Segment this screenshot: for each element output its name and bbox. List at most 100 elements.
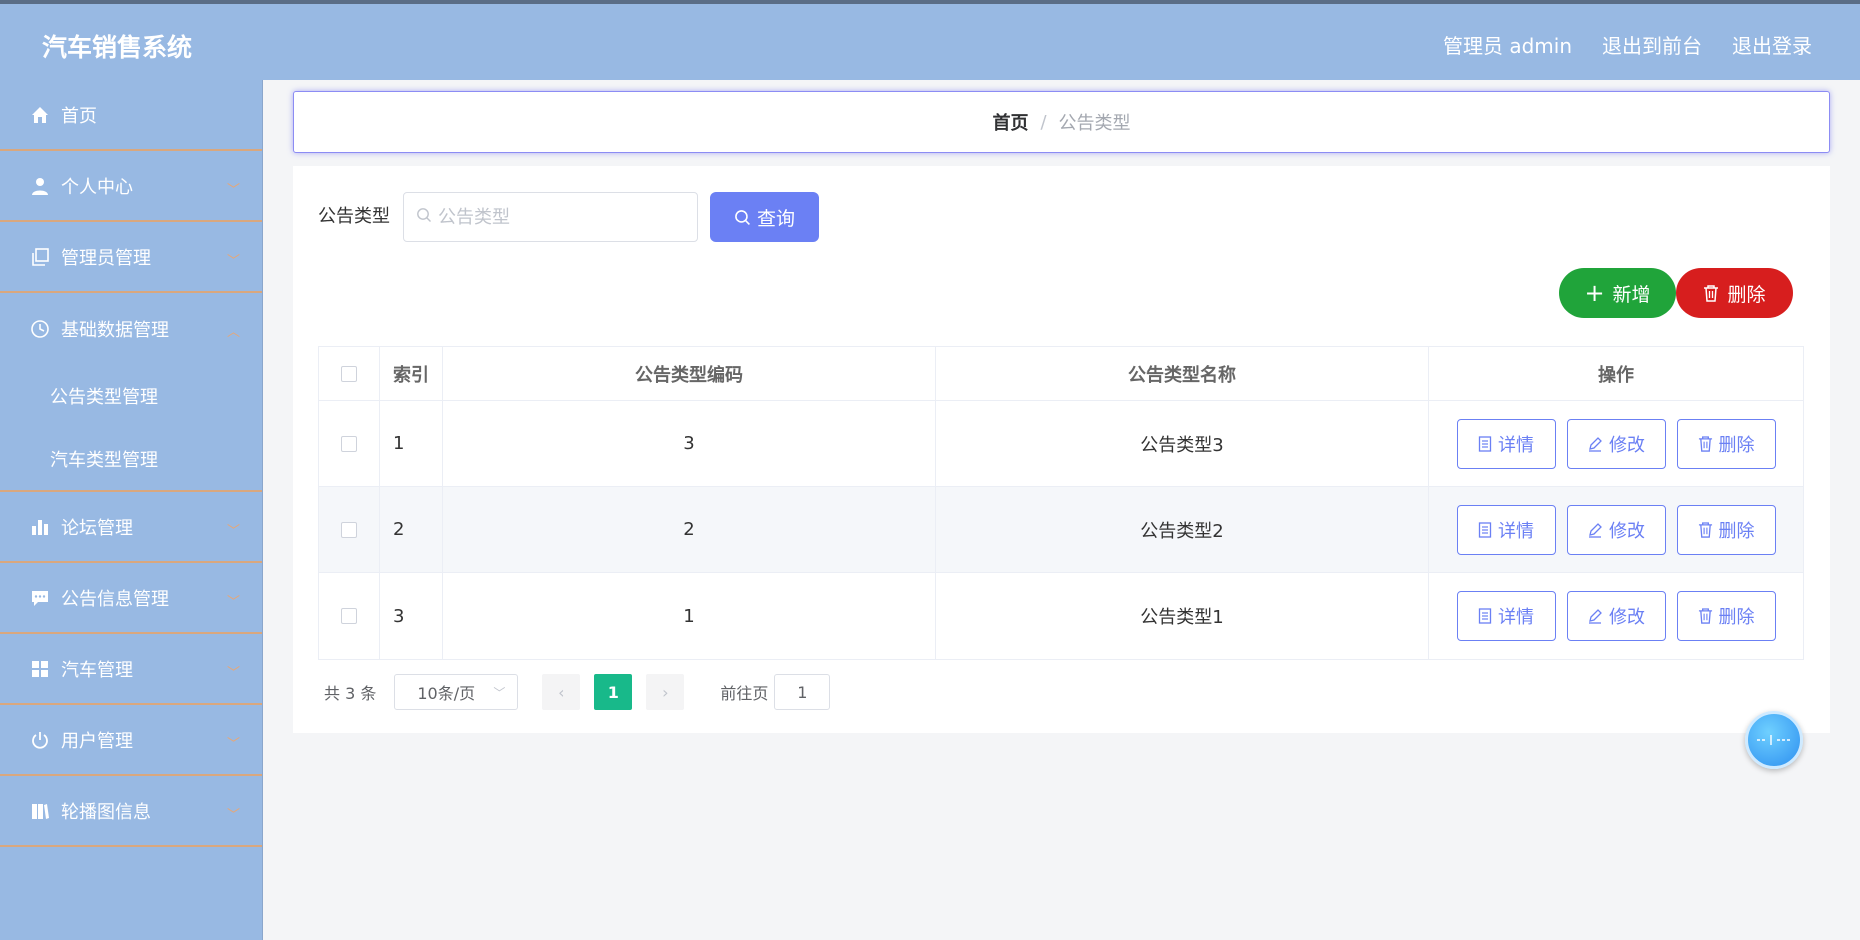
table-header-row: 索引 公告类型编码 公告类型名称 操作 <box>319 347 1803 401</box>
sidebar-item-basic-data[interactable]: 基础数据管理 ︿ <box>0 293 262 364</box>
sidebar-item-user-management[interactable]: 用户管理 ﹀ <box>0 705 262 776</box>
goto-label: 前往页 <box>720 684 769 703</box>
clock-icon <box>30 319 50 339</box>
breadcrumb: 首页 / 公告类型 <box>293 91 1830 153</box>
chevron-down-icon: ﹀ <box>226 524 240 539</box>
sidebar-item-carousel[interactable]: 轮播图信息 ﹀ <box>0 776 262 847</box>
sidebar-item-car-management[interactable]: 汽车管理 ﹀ <box>0 634 262 705</box>
page-size-value: 10条/页 <box>417 684 476 703</box>
prev-page-button[interactable]: ‹ <box>542 674 581 710</box>
delete-button[interactable]: 删除 <box>1676 418 1776 469</box>
cell-code: 3 <box>443 401 936 486</box>
edit-button-label: 修改 <box>1609 520 1645 542</box>
person-icon <box>30 176 50 196</box>
home-icon <box>30 105 50 125</box>
sidebar-item-personal-center[interactable]: 个人中心 ﹀ <box>0 151 262 222</box>
add-button-label: 新增 <box>1612 283 1651 306</box>
cell-code: 2 <box>443 487 936 572</box>
page-size-select[interactable]: 10条/页 ﹀ <box>394 674 519 710</box>
trash-icon <box>1698 435 1713 452</box>
copy-icon <box>30 247 50 267</box>
notice-type-table: 索引 公告类型编码 公告类型名称 操作 1 3 公告类型3 详情 修改 删除 2… <box>318 346 1804 660</box>
chevron-down-icon: ﹀ <box>226 254 240 269</box>
sidebar-item-notice-info[interactable]: 公告信息管理 ﹀ <box>0 563 262 634</box>
search-field[interactable] <box>403 192 698 242</box>
sidebar-item-admin-management[interactable]: 管理员管理 ﹀ <box>0 222 262 293</box>
delete-button-label: 删除 <box>1718 520 1755 542</box>
cell-index: 1 <box>380 401 443 486</box>
select-all-checkbox[interactable] <box>341 365 357 382</box>
breadcrumb-separator: / <box>1040 111 1047 133</box>
trash-icon <box>1703 284 1719 302</box>
next-page-button[interactable]: › <box>646 674 685 710</box>
search-label: 公告类型 <box>318 206 390 227</box>
delete-button-label: 删除 <box>1718 607 1755 628</box>
bulk-delete-label: 删除 <box>1727 283 1766 306</box>
trash-icon <box>1698 521 1713 538</box>
chevron-right-icon: › <box>662 682 669 702</box>
row-checkbox[interactable] <box>341 521 357 538</box>
query-button[interactable]: 查询 <box>710 192 819 242</box>
row-checkbox[interactable] <box>341 435 357 452</box>
chevron-down-icon: ﹀ <box>226 595 240 610</box>
pagination-total: 共 3 条 <box>324 684 377 703</box>
row-checkbox-cell <box>319 487 380 572</box>
sidebar-item-label: 个人中心 <box>61 176 133 198</box>
header-checkbox-cell <box>319 347 380 400</box>
sidebar-subitem-notice-type[interactable]: 公告类型管理 <box>0 364 262 427</box>
bulk-delete-button[interactable]: 删除 <box>1676 268 1793 318</box>
sidebar-subitem-car-type[interactable]: 汽车类型管理 <box>0 427 262 490</box>
cell-name: 公告类型1 <box>936 573 1429 659</box>
page-number-current[interactable]: 1 <box>594 674 633 710</box>
sidebar-item-label: 管理员管理 <box>61 247 151 269</box>
query-button-label: 查询 <box>756 207 795 230</box>
chevron-up-icon: ︿ <box>226 325 240 340</box>
document-icon <box>1478 435 1492 452</box>
chevron-down-icon: ﹀ <box>493 685 506 700</box>
search-icon <box>416 207 432 227</box>
detail-button[interactable]: 详情 <box>1456 418 1556 469</box>
row-checkbox-cell <box>319 573 380 659</box>
chevron-left-icon: ‹ <box>558 682 565 702</box>
table-row: 1 3 公告类型3 详情 修改 删除 <box>319 401 1803 487</box>
cell-ops: 详情 修改 删除 <box>1429 401 1803 486</box>
breadcrumb-current: 公告类型 <box>1058 113 1131 134</box>
chevron-down-icon: ﹀ <box>226 808 240 823</box>
column-header-index: 索引 <box>380 347 443 400</box>
document-icon <box>1478 608 1492 624</box>
delete-button[interactable]: 删除 <box>1676 504 1776 555</box>
floating-helper-icon[interactable] <box>1745 711 1803 769</box>
search-input[interactable] <box>438 206 678 228</box>
current-user-label[interactable]: 管理员 admin <box>1443 30 1572 59</box>
edit-button-label: 修改 <box>1609 434 1645 456</box>
chevron-down-icon: ﹀ <box>226 737 240 752</box>
sidebar-item-forum[interactable]: 论坛管理 ﹀ <box>0 492 262 563</box>
edit-icon <box>1587 608 1603 624</box>
column-header-ops: 操作 <box>1598 364 1634 386</box>
edit-button[interactable]: 修改 <box>1566 418 1666 469</box>
sidebar: 首页 个人中心 ﹀ 管理员管理 ﹀ 基础数据管理 ︿ 公告类型管理 汽车类型管理… <box>0 80 263 940</box>
breadcrumb-home[interactable]: 首页 <box>992 109 1028 135</box>
add-button[interactable]: + 新增 <box>1559 268 1676 318</box>
exit-to-front-link[interactable]: 退出到前台 <box>1602 30 1702 59</box>
sidebar-item-label: 汽车管理 <box>61 659 133 681</box>
detail-button-label: 详情 <box>1498 520 1534 542</box>
app-title: 汽车销售系统 <box>42 33 193 62</box>
delete-button[interactable]: 删除 <box>1676 591 1776 641</box>
goto-page-input[interactable]: 1 <box>774 674 831 710</box>
chevron-down-icon: ﹀ <box>226 666 240 681</box>
table-row: 3 1 公告类型1 详情 修改 删除 <box>319 573 1803 659</box>
pagination: 共 3 条 10条/页 ﹀ ‹ 1 › 前往页 1 <box>318 674 831 710</box>
cell-ops: 详情 修改 删除 <box>1429 573 1803 659</box>
detail-button[interactable]: 详情 <box>1456 504 1556 555</box>
chat-icon <box>30 588 50 608</box>
edit-icon <box>1587 436 1603 452</box>
power-icon <box>30 730 50 750</box>
detail-button[interactable]: 详情 <box>1456 591 1556 641</box>
edit-button[interactable]: 修改 <box>1566 591 1666 641</box>
table-row: 2 2 公告类型2 详情 修改 删除 <box>319 487 1803 573</box>
logout-link[interactable]: 退出登录 <box>1732 30 1812 59</box>
sidebar-item-home[interactable]: 首页 <box>0 80 262 151</box>
row-checkbox[interactable] <box>341 608 357 624</box>
edit-button[interactable]: 修改 <box>1566 504 1666 555</box>
